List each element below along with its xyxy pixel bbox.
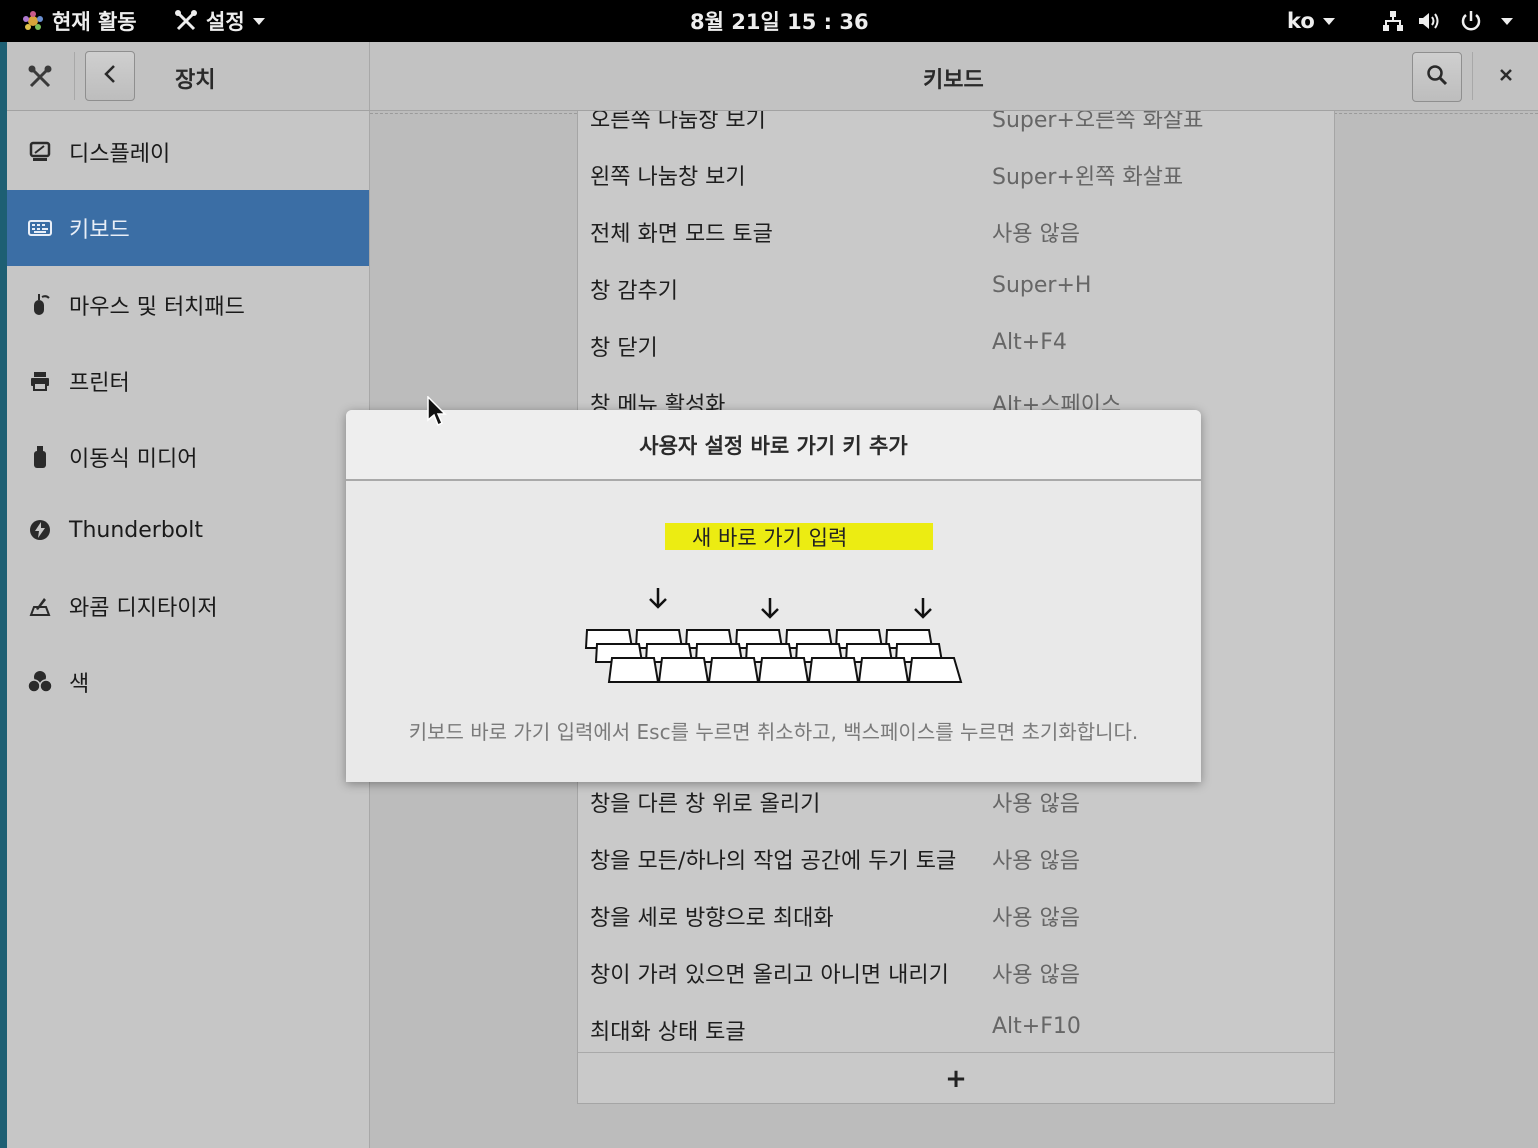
power-icon [1459, 9, 1483, 33]
close-button[interactable] [1489, 60, 1523, 92]
shortcut-row[interactable]: 창 감추기 Super+H [578, 259, 1334, 316]
chevron-down-icon [1322, 17, 1335, 25]
sidebar-item-keyboard[interactable]: 키보드 [7, 190, 369, 266]
display-icon [27, 139, 53, 165]
shortcut-prompt: 새 바로 가기 입력 [692, 526, 848, 550]
keyboard-icon [27, 215, 53, 241]
search-button[interactable] [1412, 52, 1462, 102]
shortcut-row[interactable]: 창이 가려 있으면 올리고 아니면 내리기 사용 않음 [578, 943, 1334, 1000]
sidebar-item-label: 프린터 [69, 371, 130, 396]
close-icon [1499, 67, 1513, 86]
dialog-hint: 키보드 바로 가기 입력에서 Esc를 누르면 취소하고, 백스페이스를 누르면… [408, 720, 1139, 744]
sidebar-item-label: 마우스 및 터치패드 [69, 295, 245, 320]
app-menu[interactable]: 설정 [174, 0, 265, 42]
keyboard-illustration-icon [584, 588, 964, 688]
sidebar-item-mouse[interactable]: 마우스 및 터치패드 [7, 267, 369, 343]
shortcut-row[interactable]: 왼쪽 나눔창 보기 Super+왼쪽 화살표 [578, 145, 1334, 202]
sidebar-item-label: 와콤 디지타이저 [69, 596, 218, 621]
dialog-title: 사용자 설정 바로 가기 키 추가 [639, 433, 908, 458]
dialog-header: 사용자 설정 바로 가기 키 추가 [346, 410, 1201, 481]
color-icon [27, 669, 53, 695]
system-menu[interactable] [1381, 0, 1513, 42]
top-bar: 현재 활동 설정 8월 21일 15 : 36 ko [0, 0, 1538, 42]
sidebar-item-thunderbolt[interactable]: Thunderbolt [7, 492, 369, 568]
sidebar-item-label: 이동식 미디어 [69, 447, 198, 472]
wacom-tablet-icon [27, 593, 53, 619]
sidebar-item-printers[interactable]: 프린터 [7, 343, 369, 419]
back-button[interactable] [85, 51, 135, 101]
clock[interactable]: 8월 21일 15 : 36 [690, 0, 869, 42]
sidebar-item-color[interactable]: 색 [7, 644, 369, 720]
sidebar-item-removable-media[interactable]: 이동식 미디어 [7, 419, 369, 495]
language-label: ko [1287, 9, 1315, 33]
clock-label: 8월 21일 15 : 36 [690, 10, 869, 34]
page-title: 키보드 [923, 68, 984, 93]
add-icon: + [945, 1063, 967, 1094]
shortcut-row[interactable]: 전체 화면 모드 토글 사용 않음 [578, 202, 1334, 259]
removable-media-icon [27, 444, 53, 470]
shortcut-row[interactable]: 창을 세로 방향으로 최대화 사용 않음 [578, 886, 1334, 943]
add-shortcut-button[interactable]: + [578, 1052, 1334, 1103]
chevron-left-icon [103, 64, 117, 88]
mouse-icon [27, 292, 53, 318]
sidebar-item-label: 디스플레이 [69, 142, 171, 167]
chevron-down-icon [252, 17, 265, 25]
volume-icon [1417, 9, 1443, 33]
printer-icon [27, 368, 53, 394]
activities-button[interactable]: 현재 활동 [22, 0, 137, 42]
mouse-cursor-icon [427, 395, 447, 432]
sidebar-item-label: Thunderbolt [69, 517, 203, 543]
shortcut-row[interactable]: 창을 모든/하나의 작업 공간에 두기 토글 사용 않음 [578, 829, 1334, 886]
sidebar-item-label: 색 [69, 672, 90, 697]
gnome-foot-icon [22, 10, 44, 32]
app-menu-label: 설정 [206, 10, 245, 34]
network-icon [1381, 9, 1405, 33]
add-custom-shortcut-dialog: 사용자 설정 바로 가기 키 추가 새 바로 가기 입력 키보드 바로 가기 입… [346, 410, 1201, 782]
shortcut-row[interactable]: 오른쪽 나눔창 보기 Super+오른쪽 화살표 [578, 111, 1334, 145]
settings-tools-icon [174, 9, 198, 33]
sidebar-item-wacom[interactable]: 와콤 디지타이저 [7, 568, 369, 644]
sidebar: 디스플레이 키보드 마우스 및 터치패드 프린터 이동식 미디어 Thunder… [7, 111, 370, 1148]
sidebar-item-label: 키보드 [69, 218, 130, 243]
language-menu[interactable]: ko [1287, 0, 1335, 42]
section-title: 장치 [175, 68, 216, 93]
settings-tools-icon[interactable] [27, 64, 53, 90]
header-bar: 장치 키보드 [7, 42, 1538, 111]
search-icon [1426, 64, 1448, 90]
shortcut-row[interactable]: 창 닫기 Alt+F4 [578, 316, 1334, 373]
chevron-down-icon [1501, 17, 1513, 25]
sidebar-item-display[interactable]: 디스플레이 [7, 114, 369, 190]
activities-label: 현재 활동 [52, 10, 137, 34]
thunderbolt-icon [27, 517, 53, 543]
shortcut-row[interactable]: 최대화 상태 토글 Alt+F10 [578, 1000, 1334, 1057]
